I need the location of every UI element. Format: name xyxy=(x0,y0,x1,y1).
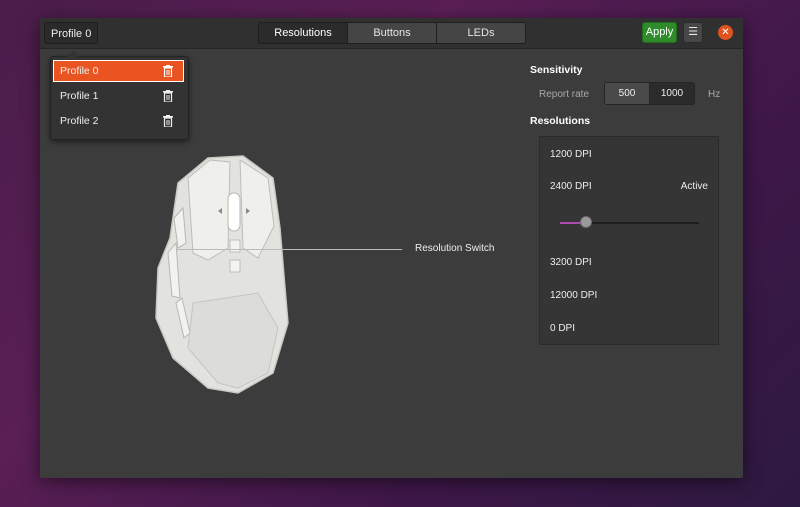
callout-resolution-switch: Resolution Switch xyxy=(415,243,495,254)
callout-line xyxy=(176,249,402,250)
report-rate-switcher: 500 1000 xyxy=(604,82,695,105)
profile-label: Profile 0 xyxy=(60,65,99,77)
resolution-row-0[interactable]: 0 DPI xyxy=(550,323,575,334)
view-switcher: Resolutions Buttons LEDs xyxy=(258,22,526,44)
resolution-row-2400[interactable]: 2400 DPI xyxy=(550,181,592,192)
trash-icon[interactable] xyxy=(163,115,173,127)
profile-item-0[interactable]: Profile 0 xyxy=(53,60,184,82)
profile-label: Profile 1 xyxy=(60,90,99,102)
report-rate-500[interactable]: 500 xyxy=(605,83,649,104)
profile-selector-button[interactable]: Profile 0 xyxy=(44,22,99,44)
report-rate-1000[interactable]: 1000 xyxy=(649,83,694,104)
report-rate-label: Report rate xyxy=(539,89,590,100)
dpi-slider-handle[interactable] xyxy=(580,216,592,228)
profile-item-1[interactable]: Profile 1 xyxy=(53,85,184,107)
trash-icon[interactable] xyxy=(163,90,173,102)
resolutions-title: Resolutions xyxy=(530,115,591,127)
tab-buttons[interactable]: Buttons xyxy=(348,23,437,43)
profile-popover: Profile 0 Profile 1 Profile 2 xyxy=(50,51,189,140)
mouse-illustration xyxy=(155,155,289,394)
trash-icon[interactable] xyxy=(163,65,173,77)
close-icon[interactable]: ✕ xyxy=(718,25,733,40)
header-bar: Profile 0 Resolutions Buttons LEDs Apply… xyxy=(40,18,743,49)
profile-item-2[interactable]: Profile 2 xyxy=(53,110,184,132)
resolution-row-1200[interactable]: 1200 DPI xyxy=(550,149,592,160)
active-indicator: Active xyxy=(680,181,708,192)
report-rate-unit: Hz xyxy=(708,89,721,100)
resolutions-list: 1200 DPI 2400 DPI Active 3200 DPI 12000 … xyxy=(539,136,719,345)
apply-button[interactable]: Apply xyxy=(642,22,677,43)
tab-resolutions[interactable]: Resolutions xyxy=(259,23,348,43)
tab-leds[interactable]: LEDs xyxy=(437,23,525,43)
resolution-row-3200[interactable]: 3200 DPI xyxy=(550,257,592,268)
sensitivity-title: Sensitivity xyxy=(530,64,583,76)
profile-label: Profile 2 xyxy=(60,115,99,127)
resolution-row-12000[interactable]: 12000 DPI xyxy=(550,290,597,301)
hamburger-icon[interactable]: ☰ xyxy=(683,22,703,43)
piper-window: Profile 0 Resolutions Buttons LEDs Apply… xyxy=(40,18,743,478)
